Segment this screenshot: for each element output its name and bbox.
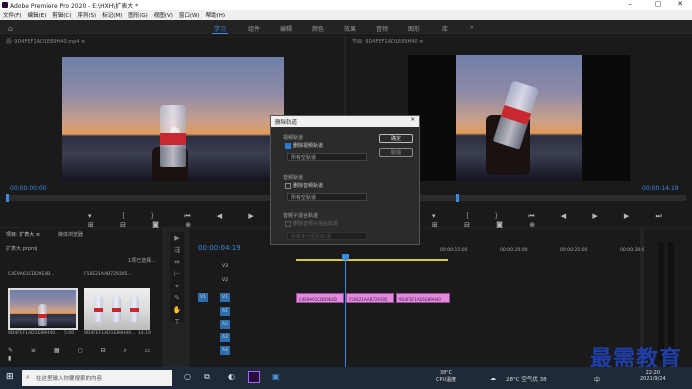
- workspace-color[interactable]: 颜色: [312, 24, 324, 33]
- dialog-close-icon[interactable]: ✕: [410, 117, 415, 123]
- video-tracks-select[interactable]: 所有空轨道: [287, 153, 367, 161]
- workspace-graphics[interactable]: 图形: [408, 24, 420, 33]
- playhead-handle[interactable]: [342, 254, 349, 260]
- timeline-playhead[interactable]: [345, 254, 346, 367]
- close-button[interactable]: ✕: [668, 0, 692, 10]
- submix-tracks-select[interactable]: 所有未分配的轨道: [287, 232, 367, 240]
- bin-label-2: F50E21AAB729305...: [84, 272, 132, 277]
- air-quality-status[interactable]: 28°C 空气优 38: [506, 375, 547, 383]
- windows-start-icon[interactable]: ⊞: [6, 372, 14, 382]
- window-title: Adobe Premiere Pro 2020 - E:\HXH\扩表大 *: [10, 3, 139, 10]
- project-thumb-1[interactable]: [8, 288, 78, 330]
- workspace-editing[interactable]: 编辑: [280, 24, 292, 33]
- maximize-button[interactable]: ▢: [646, 0, 670, 10]
- menu-window[interactable]: 窗口(W): [179, 11, 200, 19]
- workspace-bar: ⌂ 学习 组件 编辑 颜色 效果 音频 图形 库 »: [0, 20, 692, 36]
- program-timecode: 00:00:14:19: [642, 185, 679, 192]
- workspace-libraries[interactable]: 库: [442, 24, 448, 33]
- cpu-temp-widget: 38°C CPU温度: [436, 370, 457, 383]
- track-v3[interactable]: V3: [220, 262, 230, 271]
- source-video-frame: [62, 57, 284, 181]
- project-tab[interactable]: 项目: 扩表大 ≡: [6, 231, 40, 238]
- tick-25: 00:00:25:00: [560, 248, 588, 253]
- work-area-bar[interactable]: [296, 259, 448, 261]
- menu-file[interactable]: 文件(F): [3, 11, 21, 19]
- video-tracks-label: 视频轨道: [283, 135, 304, 141]
- menu-clip[interactable]: 剪辑(C): [52, 11, 71, 19]
- source-playhead[interactable]: [6, 194, 9, 202]
- dialog-titlebar: 删除轨道 ✕: [271, 116, 419, 127]
- source-header: 源: 9D4FEF1AD1E89H40.mp4 ≡: [6, 39, 86, 45]
- project-panel: 项目: 扩表大 ≡ 媒体浏览器 扩表大.prproj 1项已选择... C4E9…: [0, 228, 162, 367]
- tick-15: 00:00:15:00: [440, 248, 468, 253]
- track-a4[interactable]: A4: [220, 346, 230, 355]
- menu-marker[interactable]: 标记(M): [102, 11, 122, 19]
- timeline-clip-3[interactable]: 9D4FEF1AD1E89H40: [396, 293, 450, 303]
- thumb-2-name: 9D4FEF1AD1E89H40...: [84, 331, 136, 336]
- timeline-clip-1[interactable]: C4E9A61CDD9E4D: [296, 293, 344, 303]
- menu-help[interactable]: 帮助(H): [206, 11, 225, 19]
- source-timecode: 00:00:00:00: [10, 185, 47, 192]
- menu-bar: 文件(F) 编辑(E) 剪辑(C) 序列(S) 标记(M) 图形(G) 视图(V…: [0, 10, 692, 20]
- workspace-more[interactable]: »: [470, 24, 474, 31]
- track-a1[interactable]: A1: [220, 307, 230, 316]
- premiere-logo-icon: [2, 2, 8, 8]
- audio-tracks-label: 音频轨道: [283, 175, 304, 181]
- track-v1[interactable]: V1: [220, 293, 230, 302]
- workspace-audio[interactable]: 音频: [376, 24, 388, 33]
- app-taskbar-icon[interactable]: ▣: [272, 372, 280, 381]
- delete-video-checkbox[interactable]: 删除视频轨道: [285, 142, 323, 149]
- cancel-button[interactable]: 取消: [379, 148, 413, 157]
- track-a3[interactable]: A3: [220, 333, 230, 342]
- tick-20: 00:00:20:00: [500, 248, 528, 253]
- search-icon: ⌕: [26, 373, 30, 381]
- delete-audio-checkbox[interactable]: 删除音频轨道: [285, 182, 323, 189]
- track-v2[interactable]: V2: [220, 276, 230, 285]
- menu-view[interactable]: 视图(V): [154, 11, 173, 19]
- project-bottom-toolbar[interactable]: ✎ ≡ ▦ ○ ⊟ ⌕ ▭ ▮: [8, 347, 162, 362]
- workspace-learning[interactable]: 学习: [214, 24, 226, 33]
- submix-tracks-label: 音频子混合轨道: [283, 213, 319, 219]
- ok-button[interactable]: 确定: [379, 134, 413, 143]
- menu-sequence[interactable]: 序列(S): [77, 11, 96, 19]
- delete-tracks-dialog: 删除轨道 ✕ 视频轨道 删除视频轨道 所有空轨道 音频轨道 删除音频轨道 所有空…: [270, 115, 420, 245]
- premiere-taskbar-icon[interactable]: [248, 371, 260, 383]
- audio-tracks-select[interactable]: 所有空轨道: [287, 193, 367, 201]
- task-view-icon[interactable]: ⧉: [204, 372, 210, 382]
- tools-panel[interactable]: ▶ ⇶ ⇹ ⊢ ⌖ ✎ ✋ T: [170, 232, 184, 326]
- title-bar: Adobe Premiere Pro 2020 - E:\HXH\扩表大 * –…: [0, 0, 692, 10]
- workspace-assembly[interactable]: 组件: [248, 24, 260, 33]
- thumb-2-duration: 14:19: [138, 331, 151, 336]
- thumb-1-duration: 5:00: [64, 331, 75, 336]
- home-icon[interactable]: ⌂: [8, 24, 13, 33]
- clock[interactable]: 22:20 2021/9/24: [640, 370, 666, 382]
- weather-icon[interactable]: ☁: [490, 375, 496, 382]
- cortana-icon[interactable]: ○: [184, 372, 191, 381]
- timeline-panel: 00:00:04:19 00:00:15:00 00:00:20:00 00:0…: [190, 228, 647, 367]
- track-a2[interactable]: A2: [220, 320, 230, 329]
- program-video-frame: [408, 55, 630, 181]
- ime-indicator[interactable]: 中: [594, 375, 600, 384]
- media-browser-tab[interactable]: 媒体浏览器: [58, 231, 83, 238]
- browser-icon[interactable]: ◐: [228, 372, 235, 381]
- source-patch-v1[interactable]: V1: [198, 293, 208, 302]
- project-file-name: 扩表大.prproj: [6, 246, 38, 252]
- timeline-clip-2[interactable]: F50E21AAB729305: [346, 293, 394, 303]
- bin-label-1: C4E9A61CDD9E4B...: [8, 272, 55, 277]
- program-header: 节目: 9D4FEF1AD1E89H40 ≡: [352, 39, 424, 45]
- active-underline: [212, 33, 228, 34]
- thumb-1-name: 9D4FEF1AD1E89H40...: [8, 331, 60, 336]
- project-thumb-2[interactable]: [84, 288, 150, 330]
- program-playhead[interactable]: [456, 194, 459, 202]
- selection-count: 1项已选择...: [128, 258, 156, 264]
- taskbar-search-input[interactable]: 在这里输入你要搜索的内容: [22, 370, 172, 386]
- minimize-button[interactable]: –: [618, 0, 642, 10]
- menu-graphics[interactable]: 图形(G): [128, 11, 148, 19]
- timeline-timecode: 00:00:04:19: [198, 244, 241, 252]
- delete-submix-checkbox[interactable]: 删除音频子混合轨道: [285, 220, 338, 227]
- dialog-title: 删除轨道: [275, 120, 298, 126]
- program-transport-controls[interactable]: ▾ ｛ ｝ ⏮ ◀ ▶ ▶ ⏭ ⊞ ⊟ ◙ ⊕: [432, 211, 692, 229]
- workspace-effects[interactable]: 效果: [344, 24, 356, 33]
- menu-edit[interactable]: 编辑(E): [27, 11, 46, 19]
